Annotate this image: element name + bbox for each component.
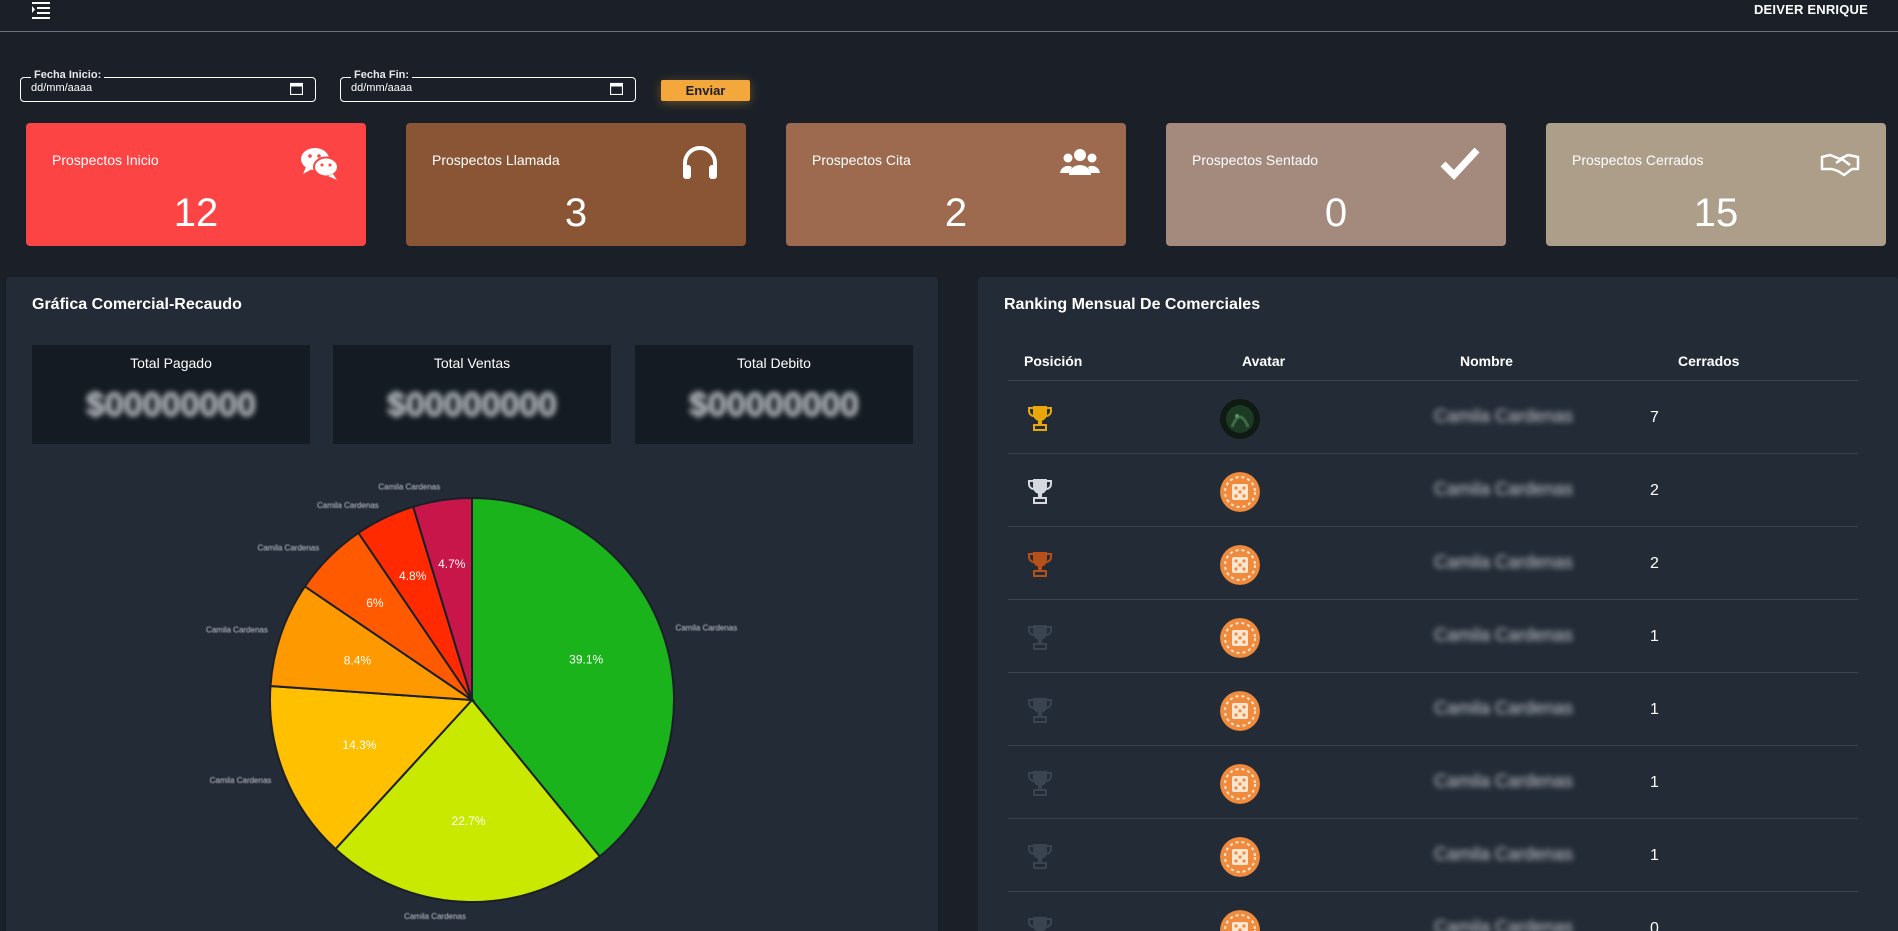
slice-name-label: Camila Cardenas xyxy=(404,912,466,921)
table-row: Camila Cardenas 2 xyxy=(1008,454,1858,527)
table-row: Camila Cardenas 1 xyxy=(1008,746,1858,819)
trophy-icon xyxy=(1028,917,1052,931)
commercial-name: Camila Cardenas xyxy=(1434,844,1574,864)
card-title: Prospectos Inicio xyxy=(52,152,159,168)
card-prospectos-sentado: Prospectos Sentado 0 xyxy=(1166,123,1506,246)
trophy-icon xyxy=(1028,625,1052,650)
pie-chart: 39.1% Camila Cardenas 22.7% Camila Cardenas… xyxy=(206,482,737,921)
closed-count: 1 xyxy=(1650,774,1659,791)
users-icon xyxy=(1060,149,1100,175)
card-value: 15 xyxy=(1693,191,1739,235)
start-date-value: dd/mm/aaaa xyxy=(31,82,93,94)
slice-name-label: Camila Cardenas xyxy=(210,776,272,785)
trophy-icon xyxy=(1028,771,1052,796)
commercial-name: Camila Cardenas xyxy=(1434,406,1574,426)
card-title: Prospectos Sentado xyxy=(1192,152,1319,168)
gold-trophy-icon xyxy=(1028,406,1052,431)
slice-name-label: Camila Cardenas xyxy=(206,625,268,634)
commercial-name: Camila Cardenas xyxy=(1434,917,1574,931)
handshake-icon xyxy=(1820,153,1860,177)
avatar xyxy=(1220,691,1260,731)
avatar xyxy=(1220,545,1260,585)
closed-count: 1 xyxy=(1650,628,1659,645)
column-header-name: Nombre xyxy=(1460,353,1513,369)
avatar xyxy=(1220,399,1260,439)
slice-percent-label: 14.3% xyxy=(342,738,376,752)
silver-trophy-icon xyxy=(1028,479,1052,504)
commercial-name: Camila Cardenas xyxy=(1434,552,1574,572)
commercial-name: Camila Cardenas xyxy=(1434,625,1574,645)
commercial-panel: Gráfica Comercial-Recaudo Total Pagado $… xyxy=(6,277,938,931)
slice-percent-label: 4.7% xyxy=(438,557,466,571)
chat-bubbles-icon xyxy=(301,148,339,180)
slice-percent-label: 8.4% xyxy=(344,653,372,667)
slice-percent-label: 39.1% xyxy=(569,652,603,666)
commercial-name: Camila Cardenas xyxy=(1434,698,1574,718)
trophy-icon xyxy=(1028,698,1052,723)
card-prospectos-cerrados: Prospectos Cerrados 15 xyxy=(1546,123,1886,246)
card-value: 0 xyxy=(1324,191,1348,235)
column-header-position: Posición xyxy=(1024,353,1083,369)
avatar xyxy=(1220,764,1260,804)
panel-title: Ranking Mensual De Comerciales xyxy=(1004,296,1261,313)
card-value: 3 xyxy=(564,191,588,235)
start-date-label: Fecha Inicio: xyxy=(31,69,105,81)
ranking-panel: Ranking Mensual De Comerciales Posición … xyxy=(978,277,1898,931)
card-prospectos-cita: Prospectos Cita 2 xyxy=(786,123,1126,246)
card-value: 2 xyxy=(944,191,968,235)
card-value: 12 xyxy=(173,191,219,235)
checkmark-icon xyxy=(1440,147,1480,181)
table-row: Camila Cardenas 0 xyxy=(1008,892,1858,931)
user-name[interactable]: DEIVER ENRIQUE xyxy=(1754,2,1868,17)
end-date-field[interactable]: Fecha Fin: dd/mm/aaaa xyxy=(340,69,636,102)
send-button[interactable]: Enviar xyxy=(661,80,750,101)
trophy-icon xyxy=(1028,844,1052,869)
slice-name-label: Camila Cardenas xyxy=(378,482,440,491)
menu-icon[interactable] xyxy=(29,1,51,19)
closed-count: 1 xyxy=(1650,701,1659,718)
column-header-closed: Cerrados xyxy=(1678,353,1740,369)
bronze-trophy-icon xyxy=(1028,552,1052,577)
closed-count: 2 xyxy=(1650,482,1659,499)
table-row: Camila Cardenas 7 xyxy=(1008,381,1858,454)
closed-count: 1 xyxy=(1650,847,1659,864)
table-row: Camila Cardenas 1 xyxy=(1008,819,1858,892)
start-date-field[interactable]: Fecha Inicio: dd/mm/aaaa xyxy=(20,69,316,102)
headphones-icon xyxy=(683,146,717,179)
calendar-icon[interactable] xyxy=(290,82,303,95)
closed-count: 7 xyxy=(1650,409,1659,426)
card-title: Prospectos Llamada xyxy=(432,152,560,168)
table-header: Posición Avatar Nombre Cerrados xyxy=(1008,345,1858,381)
slice-percent-label: 22.7% xyxy=(452,814,486,828)
slice-percent-label: 6% xyxy=(366,596,384,610)
closed-count: 2 xyxy=(1650,555,1659,572)
avatar xyxy=(1220,618,1260,658)
slice-name-label: Camila Cardenas xyxy=(317,501,379,510)
slice-percent-label: 4.8% xyxy=(399,569,427,583)
table-row: Camila Cardenas 1 xyxy=(1008,600,1858,673)
table-row: Camila Cardenas 2 xyxy=(1008,527,1858,600)
closed-count: 0 xyxy=(1650,920,1659,931)
avatar xyxy=(1220,910,1260,931)
slice-name-label: Camila Cardenas xyxy=(257,543,319,552)
calendar-icon[interactable] xyxy=(610,82,623,95)
card-title: Prospectos Cita xyxy=(812,152,911,168)
table-row: Camila Cardenas 1 xyxy=(1008,673,1858,746)
top-bar: DEIVER ENRIQUE xyxy=(0,0,1898,32)
card-prospectos-inicio: Prospectos Inicio 12 xyxy=(26,123,366,246)
card-prospectos-llamada: Prospectos Llamada 3 xyxy=(406,123,746,246)
avatar xyxy=(1220,837,1260,877)
commercial-name: Camila Cardenas xyxy=(1434,771,1574,791)
column-header-avatar: Avatar xyxy=(1242,353,1286,369)
end-date-label: Fecha Fin: xyxy=(351,69,413,81)
end-date-value: dd/mm/aaaa xyxy=(351,82,413,94)
card-title: Prospectos Cerrados xyxy=(1572,152,1704,168)
slice-name-label: Camila Cardenas xyxy=(675,623,737,632)
avatar xyxy=(1220,472,1260,512)
commercial-name: Camila Cardenas xyxy=(1434,479,1574,499)
